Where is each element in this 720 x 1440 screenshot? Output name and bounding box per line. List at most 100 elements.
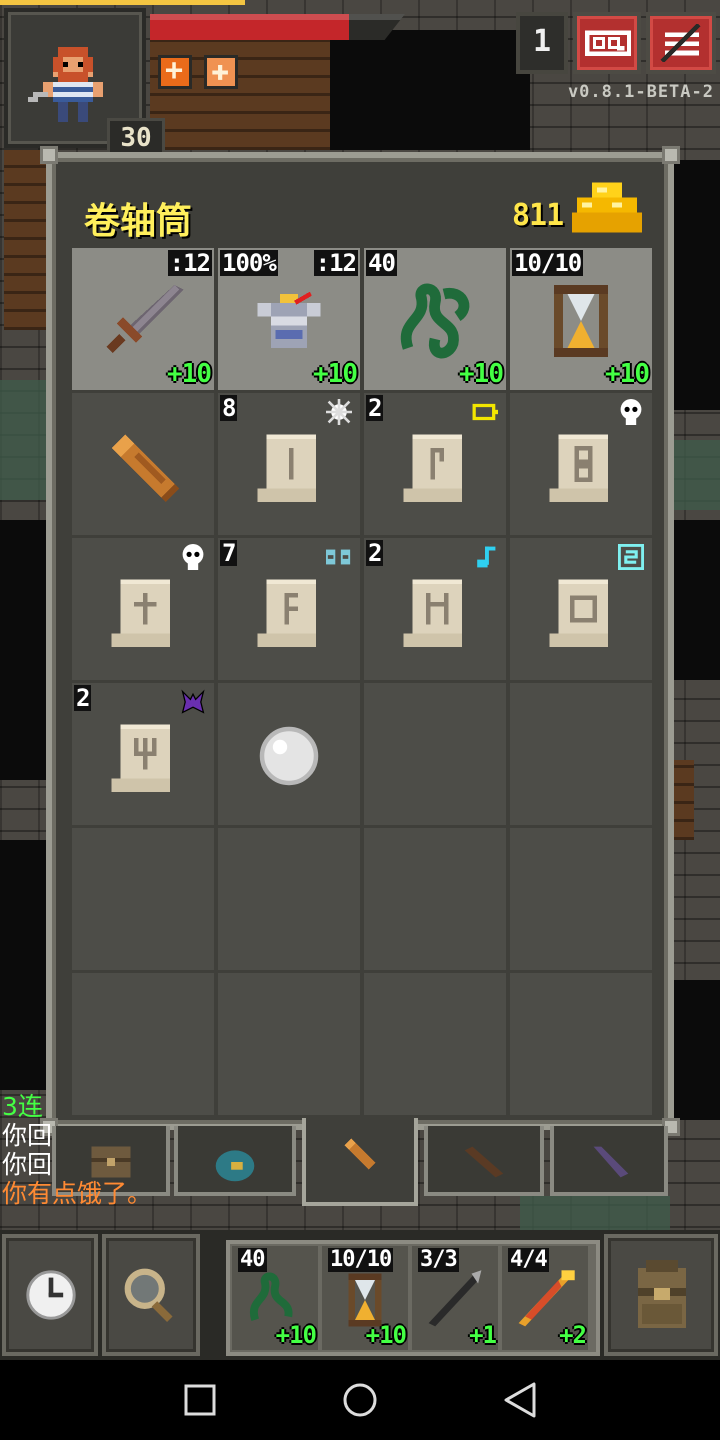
- wand-holster-tab-icon: [464, 1146, 504, 1178]
- scroll-icon: [257, 434, 316, 502]
- weapon-slot[interactable]: :12 +10: [72, 248, 214, 390]
- scroll-icon: [111, 579, 170, 647]
- inventory-slot[interactable]: 2: [364, 538, 506, 680]
- inventory-slot[interactable]: 2: [364, 393, 506, 535]
- scroll-holder-tab-icon: [344, 1138, 376, 1170]
- empty-slot[interactable]: [510, 683, 652, 825]
- artifact-slot[interactable]: 40 +10: [364, 248, 506, 390]
- depth-indicator[interactable]: 1: [516, 12, 568, 74]
- clock-icon: [26, 1270, 76, 1320]
- scroll-icon: [403, 579, 462, 647]
- tab-wand-holster[interactable]: [424, 1126, 544, 1196]
- quickslot-4[interactable]: 4/4 +2: [502, 1246, 588, 1350]
- empty-slot[interactable]: [218, 973, 360, 1115]
- armor-tier-label: :12: [313, 249, 358, 277]
- tab-potion-bandolier[interactable]: [550, 1126, 668, 1196]
- journal-button[interactable]: [573, 12, 641, 74]
- inventory-slot[interactable]: 7: [218, 538, 360, 680]
- scroll-icon: [111, 724, 170, 792]
- journal-icon: [585, 30, 631, 56]
- back-icon[interactable]: [490, 1374, 550, 1426]
- scroll-icon: [257, 579, 316, 647]
- inventory-slot[interactable]: 8: [218, 393, 360, 535]
- quickslot-charge: 4/4: [508, 1247, 549, 1272]
- inventory-slot[interactable]: [510, 538, 652, 680]
- empty-slot[interactable]: [218, 828, 360, 970]
- quickslot-upgrade: +10: [365, 1321, 407, 1349]
- hourglass-icon: [554, 285, 608, 357]
- inventory-grid: :12 +10 100% :12 +10 40 +10 10/10 +10 8 …: [72, 248, 652, 1116]
- game-log: 3连 你回 你回 你有点饿了。: [2, 1092, 202, 1208]
- quickslot-2[interactable]: 10/10 +10: [322, 1246, 408, 1350]
- inventory-slot[interactable]: 2: [72, 683, 214, 825]
- log-line: 你回: [2, 1150, 53, 1179]
- quickslot-3[interactable]: 3/3 +1: [412, 1246, 498, 1350]
- quickslot-charge: 3/3: [418, 1247, 459, 1272]
- scroll-holder-icon: [111, 434, 179, 502]
- item-count: 7: [220, 539, 238, 567]
- blessed-buff-icon[interactable]: ✚: [204, 55, 238, 89]
- quickslot-upgrade: +10: [275, 1321, 317, 1349]
- plus-buff-icon[interactable]: +: [158, 55, 192, 89]
- hourglass-upgrade-label: +10: [605, 359, 650, 389]
- recent-apps-icon[interactable]: [170, 1374, 230, 1426]
- quickslot-1[interactable]: 40 +10: [232, 1246, 318, 1350]
- magnifier-icon: [124, 1268, 173, 1323]
- misc-slot[interactable]: 10/10 +10: [510, 248, 652, 390]
- log-line: 你有点饿了。: [2, 1179, 153, 1208]
- empty-slot[interactable]: [364, 973, 506, 1115]
- empty-slot[interactable]: [72, 828, 214, 970]
- chain-artifact-icon: [400, 283, 470, 359]
- scroll-icon: [549, 579, 608, 647]
- menu-button[interactable]: [646, 12, 716, 74]
- weapon-upgrade-label: +10: [167, 359, 212, 389]
- armor-icon: [257, 291, 321, 348]
- hourglass-charge-label: 10/10: [512, 249, 584, 277]
- empty-slot[interactable]: [364, 828, 506, 970]
- experience-bar: [0, 0, 245, 5]
- sword-icon: [106, 285, 184, 354]
- quickslot-upgrade: +1: [469, 1321, 497, 1349]
- item-count: 2: [74, 684, 92, 712]
- home-icon[interactable]: [330, 1374, 390, 1426]
- menu-icon: [660, 24, 701, 62]
- inventory-button[interactable]: [604, 1234, 718, 1356]
- scroll-icon: [549, 434, 608, 502]
- bag-window: 卷轴筒 811 :12 +10 100% :12 +10 40 +10 10/1…: [40, 146, 680, 1136]
- wait-button[interactable]: [2, 1234, 98, 1356]
- inventory-slot[interactable]: [72, 393, 214, 535]
- health-bar: [150, 14, 405, 40]
- item-count: 8: [220, 394, 238, 422]
- log-line: 3连: [2, 1092, 43, 1121]
- hero-portrait-icon: [28, 47, 103, 122]
- item-count: 2: [366, 539, 384, 567]
- empty-slot[interactable]: [510, 828, 652, 970]
- armor-upgrade-label: +10: [313, 359, 358, 389]
- potion-bandolier-tab-icon: [593, 1146, 629, 1178]
- log-line: 你回: [2, 1121, 53, 1150]
- weapon-tier-label: :12: [167, 249, 212, 277]
- artifact-charge-label: 40: [366, 249, 397, 277]
- empty-slot[interactable]: [364, 683, 506, 825]
- search-button[interactable]: [102, 1234, 200, 1356]
- quickslot-charge: 40: [238, 1247, 267, 1272]
- quickslot-charge: 10/10: [328, 1247, 394, 1272]
- quickslot-upgrade: +2: [559, 1321, 587, 1349]
- pouch-tab-icon: [215, 1150, 255, 1182]
- artifact-upgrade-label: +10: [459, 359, 504, 389]
- inventory-slot[interactable]: [72, 538, 214, 680]
- tab-scroll-holder[interactable]: [302, 1118, 418, 1206]
- system-navigation-bar: [0, 1360, 720, 1440]
- armor-durability-label: 100%: [220, 249, 278, 277]
- inventory-slot[interactable]: [510, 393, 652, 535]
- gold-amount: 811: [512, 198, 564, 233]
- item-count: 2: [366, 394, 384, 422]
- backpack-icon: [638, 1260, 686, 1328]
- scroll-icon: [403, 434, 462, 502]
- version-label: v0.8.1-BETA-2: [567, 82, 714, 102]
- bag-title: 卷轴筒: [84, 201, 193, 242]
- armor-slot[interactable]: 100% :12 +10: [218, 248, 360, 390]
- empty-slot[interactable]: [510, 973, 652, 1115]
- gold-pile-icon: [572, 182, 642, 233]
- inventory-slot[interactable]: [218, 683, 360, 825]
